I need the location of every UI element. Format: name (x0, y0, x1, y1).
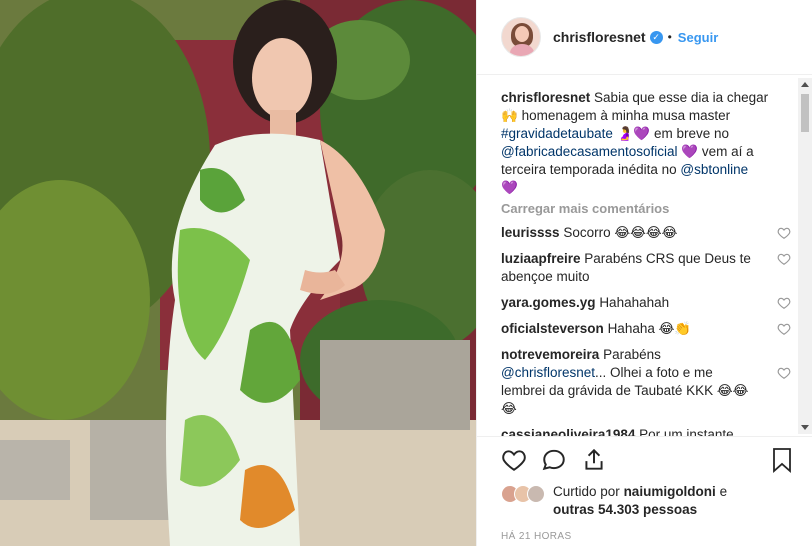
heart-icon[interactable] (777, 322, 791, 336)
post-header: chrisfloresnet ✓ • Seguir (477, 0, 812, 75)
comment-text: Parabéns (603, 347, 661, 362)
caption-username[interactable]: chrisfloresnet (501, 90, 590, 105)
share-icon[interactable] (581, 447, 607, 473)
avatar (527, 485, 545, 503)
laughing-emoji: 😂😂😂😂 (614, 225, 678, 240)
pregnant-heart-emoji: 🤰💜 (616, 126, 651, 141)
heart-icon[interactable] (777, 252, 791, 266)
caption-text: Sabia que esse dia ia chegar (594, 90, 769, 105)
post-photo[interactable] (0, 0, 476, 546)
laughing-clap-emoji: 😂👏 (658, 321, 692, 336)
comment-text: Por um instante (639, 427, 734, 436)
comment-bubble-icon[interactable] (541, 447, 567, 473)
liker-username[interactable]: naiumigoldoni (624, 484, 716, 499)
comment-row: luziaapfreire Parabéns CRS que Deus te a… (501, 250, 797, 286)
post-side-panel: chrisfloresnet ✓ • Seguir chrisfloresnet… (476, 0, 812, 546)
likes-summary: Curtido por naiumigoldoni e outras 54.30… (501, 483, 812, 519)
comment-row: cassianeoliveira1984 Por um instante (501, 426, 797, 436)
comment-text: Hahahahah (599, 295, 670, 310)
load-more-comments-button[interactable]: Carregar mais comentários (501, 201, 797, 216)
mention-link[interactable]: @fabricadecasamentosoficial (501, 144, 678, 159)
author-username[interactable]: chrisfloresnet (553, 29, 646, 45)
comment-row: yara.gomes.yg Hahahahah (501, 294, 797, 312)
comment-text: Hahaha (607, 321, 655, 336)
like-heart-icon[interactable] (501, 447, 527, 473)
heart-icon[interactable] (777, 296, 791, 310)
comment-username[interactable]: oficialsteverson (501, 321, 604, 336)
post-actions: Curtido por naiumigoldoni e outras 54.30… (477, 436, 812, 546)
comment-row: oficialsteverson Hahaha 😂👏 (501, 320, 797, 338)
follow-button[interactable]: Seguir (678, 30, 718, 45)
comment-username[interactable]: cassianeoliveira1984 (501, 427, 635, 436)
separator-dot: • (667, 30, 672, 44)
likes-prefix: Curtido por (553, 484, 620, 499)
author-avatar[interactable] (501, 17, 541, 57)
liker-avatars (501, 483, 545, 503)
heart-icon[interactable] (777, 226, 791, 240)
raised-hands-emoji: 🙌 (501, 108, 518, 123)
purple-heart-emoji: 💜 (681, 144, 699, 159)
mention-link[interactable]: @sbtonline (680, 162, 748, 177)
comment-username[interactable]: luziaapfreire (501, 251, 581, 266)
post-caption: chrisfloresnet Sabia que esse dia ia che… (501, 89, 771, 197)
comment-text: Socorro (563, 225, 611, 240)
heart-icon[interactable] (777, 366, 791, 380)
comment-username[interactable]: yara.gomes.yg (501, 295, 596, 310)
comment-row: notrevemoreira Parabéns @chrisfloresnet.… (501, 346, 797, 418)
action-icons (501, 437, 812, 483)
mention-link[interactable]: @chrisfloresnet (501, 365, 595, 380)
verified-badge-icon: ✓ (649, 30, 663, 44)
likes-text: Curtido por naiumigoldoni e outras 54.30… (553, 483, 753, 519)
hashtag-link[interactable]: #gravidadetaubate (501, 126, 613, 141)
comment-username[interactable]: leurissss (501, 225, 560, 240)
caption-text: homenagem à minha musa master (521, 108, 731, 123)
purple-heart-emoji: 💜 (501, 180, 518, 195)
scrollbar-thumb[interactable] (801, 94, 809, 132)
comments-area[interactable]: chrisfloresnet Sabia que esse dia ia che… (477, 76, 797, 436)
caption-text: em breve no (654, 126, 730, 141)
likes-and: e (719, 484, 728, 499)
bookmark-icon[interactable] (771, 447, 793, 473)
likes-count[interactable]: outras 54.303 pessoas (553, 502, 697, 517)
comments-scrollbar[interactable] (798, 78, 812, 434)
scroll-down-arrow-icon[interactable] (801, 425, 809, 430)
maternity-photo (0, 0, 476, 546)
comment-username[interactable]: notrevemoreira (501, 347, 599, 362)
post-timestamp[interactable]: HÁ 21 HORAS (501, 531, 812, 542)
comment-row: leurissss Socorro 😂😂😂😂 (501, 224, 797, 242)
scroll-up-arrow-icon[interactable] (801, 82, 809, 87)
